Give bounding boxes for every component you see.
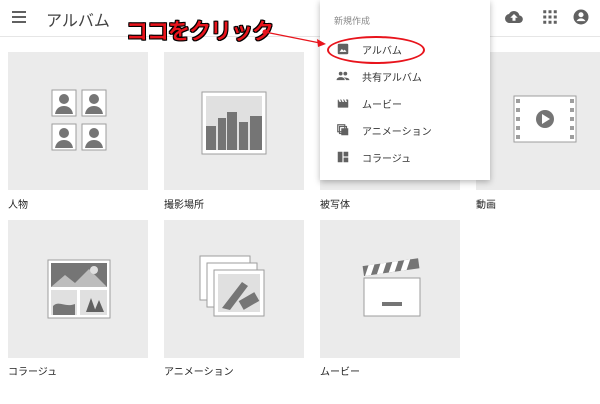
arrow-icon — [262, 29, 326, 47]
tile-collage[interactable] — [8, 220, 148, 358]
menu-item-movie-label: ムービー — [362, 100, 402, 111]
menu-item-shared-album-label: 共有アルバム — [362, 73, 422, 84]
tile-movie[interactable] — [320, 220, 460, 358]
movie-icon — [337, 99, 349, 108]
tile-places[interactable] — [164, 52, 304, 190]
clapperboard-icon — [362, 258, 421, 317]
people-icon — [336, 71, 350, 81]
collage-icon — [337, 151, 349, 163]
tile-label-movie: ムービー — [320, 367, 360, 378]
menu-item-collage[interactable]: コラージュ — [320, 146, 490, 168]
cityscape-icon — [201, 91, 267, 155]
highlight-ring — [327, 36, 425, 64]
collage-tile-icon — [47, 259, 111, 319]
animation-tile-icon — [199, 255, 265, 317]
tile-label-people: 人物 — [8, 200, 28, 211]
annotation-click-here: ココをクリック — [126, 20, 274, 45]
page-title: アルバム — [46, 11, 110, 30]
tile-label-videos: 動画 — [476, 200, 496, 211]
animation-icon — [337, 124, 349, 136]
menu-header: 新規作成 — [334, 17, 371, 27]
tile-videos[interactable] — [476, 52, 600, 190]
menu-item-movie[interactable]: ムービー — [320, 92, 490, 114]
cloud-upload-icon[interactable] — [505, 8, 523, 26]
apps-grid-icon[interactable] — [541, 8, 559, 26]
tile-label-subjects: 被写体 — [320, 200, 350, 211]
tile-label-animation: アニメーション — [164, 367, 234, 378]
tile-people[interactable] — [8, 52, 148, 190]
hamburger-icon[interactable] — [12, 11, 26, 23]
menu-item-collage-label: コラージュ — [362, 154, 412, 165]
tile-label-places: 撮影場所 — [164, 200, 204, 211]
account-icon[interactable] — [572, 8, 590, 26]
people-portraits-icon — [51, 89, 107, 151]
menu-item-animation[interactable]: アニメーション — [320, 119, 490, 141]
video-play-icon — [513, 95, 577, 143]
create-new-menu: 新規作成 アルバム 共有アルバム ムービー アニメーション コラージュ — [320, 0, 490, 180]
tile-label-collage: コラージュ — [8, 367, 58, 378]
menu-item-shared-album[interactable]: 共有アルバム — [320, 65, 490, 87]
tile-animation[interactable] — [164, 220, 304, 358]
menu-item-animation-label: アニメーション — [362, 127, 432, 138]
